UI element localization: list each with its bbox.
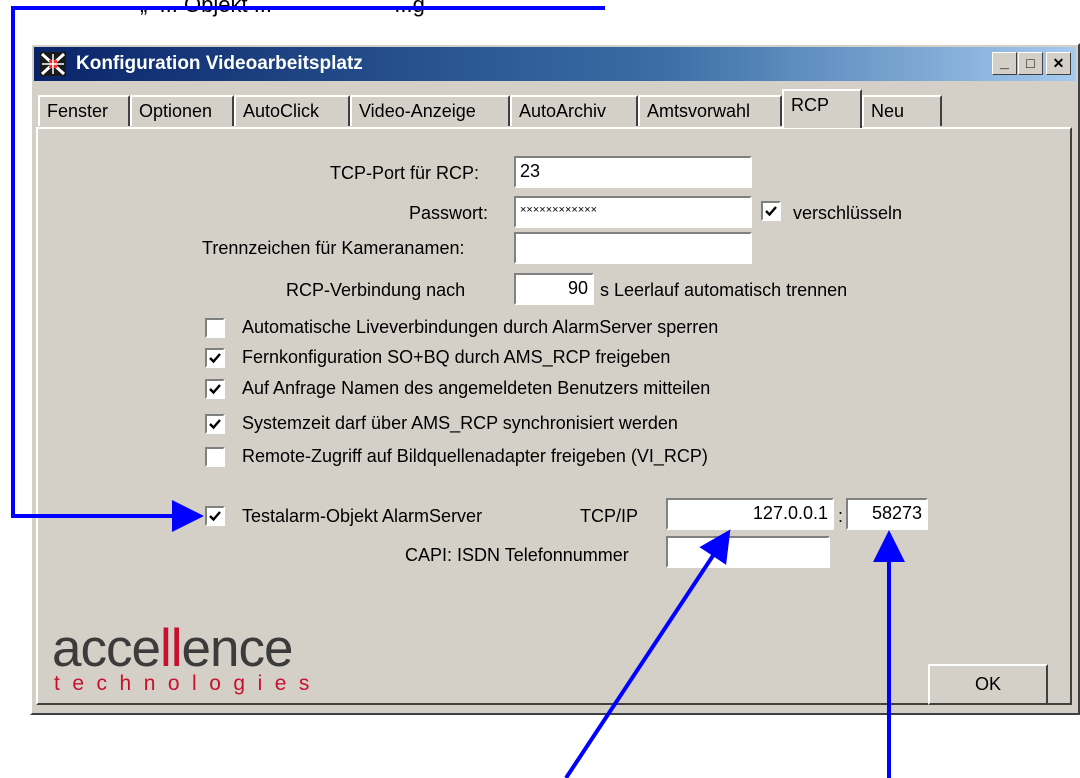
tab-autoarchiv[interactable]: AutoArchiv	[510, 95, 638, 126]
option-checkbox-4[interactable]	[205, 414, 225, 434]
option-checkbox-1[interactable]	[205, 318, 225, 338]
option-label-4: Systemzeit darf über AMS_RCP synchronisi…	[242, 413, 678, 433]
app-icon	[40, 52, 66, 76]
tab-neu[interactable]: Neu	[862, 95, 942, 126]
logo-subtitle: technologies	[54, 672, 322, 695]
tab-optionen[interactable]: Optionen	[130, 95, 234, 126]
timeout-prefix-label: RCP-Verbindung nach	[286, 280, 466, 300]
option-label-3: Auf Anfrage Namen des angemeldeten Benut…	[242, 378, 711, 398]
option-label-1: Automatische Liveverbindungen durch Alar…	[242, 317, 719, 337]
option-label-5: Remote-Zugriff auf Bildquellenadapter fr…	[242, 446, 708, 466]
checkmark-icon	[209, 419, 221, 430]
checkmark-icon	[209, 384, 221, 395]
password-label: Passwort:	[409, 203, 489, 223]
port-input[interactable]: 58273	[846, 498, 928, 530]
option-checkbox-5[interactable]	[205, 447, 225, 467]
window-title: Konfiguration Videoarbeitsplatz	[76, 53, 363, 74]
maximize-button[interactable]: □	[1018, 52, 1043, 75]
tab-rcp[interactable]: RCP	[782, 89, 862, 128]
option-checkbox-3[interactable]	[205, 379, 225, 399]
capi-phone-input[interactable]	[666, 536, 830, 568]
testalarm-label: Testalarm-Objekt AlarmServer	[242, 506, 483, 526]
top-caption: „ ... Objekt ... ...g	[140, 0, 425, 17]
ip-address-input[interactable]: 127.0.0.1	[666, 498, 834, 530]
checkmark-icon	[765, 206, 777, 217]
option-label-2: Fernkonfiguration SO+BQ durch AMS_RCP fr…	[242, 347, 671, 367]
timeout-suffix-label: s Leerlauf automatisch trennen	[600, 280, 848, 300]
separator-input[interactable]	[514, 232, 752, 264]
logo-text-a: acce	[52, 619, 161, 678]
logo-text-b: ence	[181, 619, 294, 678]
tab-autoclick[interactable]: AutoClick	[234, 95, 350, 126]
tcp-port-label: TCP-Port für RCP:	[330, 163, 480, 183]
checkmark-icon	[209, 511, 221, 522]
logo-text-ll: ll	[159, 619, 183, 678]
timeout-input[interactable]: 90	[514, 273, 594, 305]
close-button[interactable]: ✕	[1046, 52, 1071, 75]
tcpip-label: TCP/IP	[580, 506, 639, 526]
password-input[interactable]: ××××××××××××	[514, 196, 752, 228]
option-checkbox-2[interactable]	[205, 348, 225, 368]
capi-label: CAPI: ISDN Telefonnummer	[405, 545, 629, 565]
ok-button[interactable]: OK	[928, 664, 1048, 705]
encrypt-checkbox[interactable]	[761, 201, 781, 221]
accellence-logo: accellence	[52, 618, 294, 679]
testalarm-checkbox[interactable]	[205, 506, 225, 526]
checkmark-icon	[209, 353, 221, 364]
minimize-button[interactable]: _	[992, 52, 1017, 75]
encrypt-label: verschlüsseln	[793, 203, 903, 223]
separator-label: Trennzeichen für Kameranamen:	[202, 238, 465, 258]
tcp-port-input[interactable]: 23	[514, 156, 752, 188]
title-bar[interactable]: Konfiguration Videoarbeitsplatz _ □ ✕	[34, 47, 1076, 81]
tab-fenster[interactable]: Fenster	[38, 95, 130, 126]
ip-port-separator: :	[838, 506, 844, 526]
tab-amtsvorwahl[interactable]: Amtsvorwahl	[638, 95, 782, 126]
tab-video-anzeige[interactable]: Video-Anzeige	[350, 95, 510, 126]
